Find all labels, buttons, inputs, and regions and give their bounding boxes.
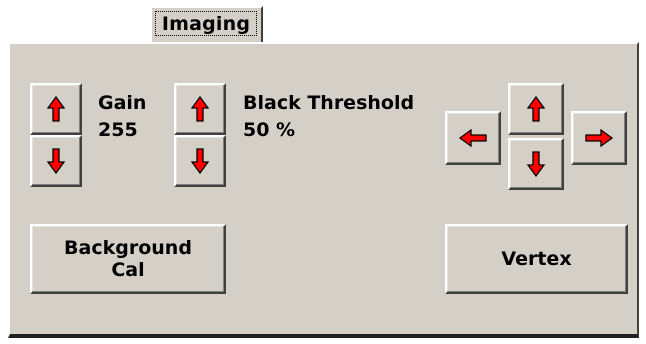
down-arrow-icon — [191, 148, 209, 174]
gain-label: Gain — [98, 92, 147, 114]
tab-imaging[interactable]: Imaging — [150, 6, 263, 42]
black-threshold-down-button[interactable] — [174, 135, 226, 187]
up-arrow-icon — [47, 96, 65, 122]
background-cal-label-line1: Background — [64, 237, 192, 259]
black-threshold-value: 50 % — [243, 119, 296, 141]
down-arrow-icon — [47, 148, 65, 174]
background-cal-button[interactable]: Background Cal — [30, 224, 226, 294]
background-cal-label-line2: Cal — [111, 259, 145, 281]
gain-down-button[interactable] — [30, 135, 82, 187]
left-arrow-icon — [459, 129, 487, 147]
gain-value: 255 — [98, 119, 138, 141]
move-right-button[interactable] — [571, 111, 627, 165]
black-threshold-label: Black Threshold — [243, 92, 415, 114]
up-arrow-icon — [527, 96, 545, 122]
gain-up-button[interactable] — [30, 83, 82, 135]
vertex-label: Vertex — [501, 248, 572, 270]
move-up-button[interactable] — [508, 83, 564, 135]
background-cal-label: Background Cal — [64, 237, 192, 281]
tab-imaging-label: Imaging — [155, 11, 257, 36]
right-arrow-icon — [585, 129, 613, 147]
move-down-button[interactable] — [508, 138, 564, 190]
black-threshold-up-button[interactable] — [174, 83, 226, 135]
imaging-window: Imaging Gain 255 Black Threshold 50 % Ba… — [0, 0, 646, 344]
vertex-button[interactable]: Vertex — [445, 224, 628, 294]
down-arrow-icon — [527, 151, 545, 177]
up-arrow-icon — [191, 96, 209, 122]
move-left-button[interactable] — [445, 111, 501, 165]
